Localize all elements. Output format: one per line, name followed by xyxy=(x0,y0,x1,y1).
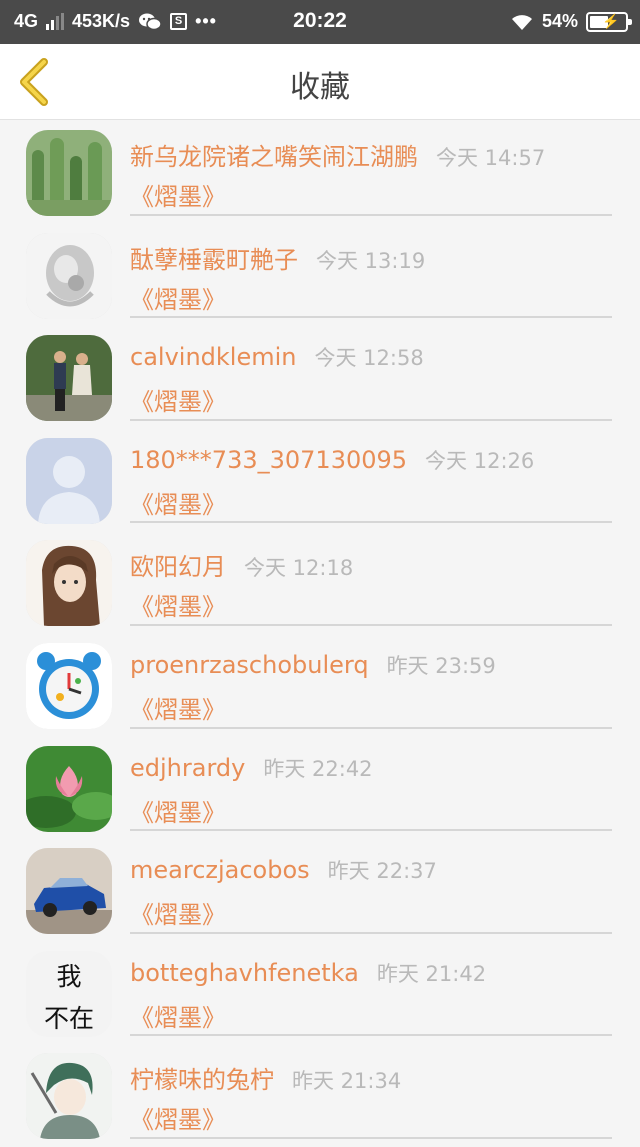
book-title: 《熠墨》 xyxy=(130,798,226,827)
divider xyxy=(130,316,612,319)
divider xyxy=(130,1034,612,1037)
book-title: 《熠墨》 xyxy=(130,593,226,622)
divider xyxy=(130,623,612,626)
book-title: 《熠墨》 xyxy=(130,388,226,417)
timestamp: 今天 12:18 xyxy=(244,556,354,581)
avatar xyxy=(26,437,112,524)
avatar: 我 不在 xyxy=(26,950,112,1037)
book-title: 《熠墨》 xyxy=(130,695,226,724)
nav-bar: 收藏 xyxy=(0,44,640,120)
page-title: 收藏 xyxy=(290,70,350,105)
avatar xyxy=(26,540,112,627)
list-item[interactable]: 柠檬味的兔柠 昨天 21:34 《熠墨》 xyxy=(0,1044,640,1147)
user-name: 柠檬味的兔柠 xyxy=(130,1066,274,1095)
list-item[interactable]: edjhrardy 昨天 22:42 《熠墨》 xyxy=(0,737,640,840)
timestamp: 昨天 23:59 xyxy=(386,653,496,678)
status-bar: 4G 453K/s S ••• 20:22 54% ⚡ xyxy=(0,0,640,44)
book-title: 《熠墨》 xyxy=(130,490,226,519)
avatar xyxy=(26,745,112,832)
list-item[interactable]: 酞孽棰霰町艴子 今天 13:19 《熠墨》 xyxy=(0,224,640,327)
list-item[interactable]: mearczjacobos 昨天 22:37 《熠墨》 xyxy=(0,839,640,942)
book-title: 《熠墨》 xyxy=(130,1106,226,1135)
divider xyxy=(130,418,612,421)
timestamp: 昨天 22:37 xyxy=(327,859,437,884)
list-item[interactable]: proenrzaschobulerq 昨天 23:59 《熠墨》 xyxy=(0,634,640,737)
user-name: calvindklemin xyxy=(130,343,297,372)
user-name: 欧阳幻月 xyxy=(130,553,226,582)
divider xyxy=(130,931,612,934)
avatar xyxy=(26,232,112,319)
list-item[interactable]: 新乌龙院诸之嘴笑闹江湖鹏 今天 14:57 《熠墨》 xyxy=(0,121,640,224)
avatar-text-line-1: 我 xyxy=(56,961,82,991)
timestamp: 昨天 21:42 xyxy=(376,961,487,986)
timestamp: 今天 14:57 xyxy=(436,146,546,170)
book-title: 《熠墨》 xyxy=(130,183,226,211)
user-name: proenrzaschobulerq xyxy=(130,650,369,679)
timestamp: 今天 13:19 xyxy=(316,248,426,273)
user-name: 新乌龙院诸之嘴笑闹江湖鹏 xyxy=(130,143,418,171)
book-title: 《熠墨》 xyxy=(130,285,226,314)
divider xyxy=(130,213,612,216)
divider xyxy=(130,829,612,832)
battery-icon: ⚡ xyxy=(586,11,632,32)
favorites-list: 新乌龙院诸之嘴笑闹江湖鹏 今天 14:57 《熠墨》 酞孽棰霰町艴子 今天 13… xyxy=(0,121,640,1147)
avatar xyxy=(26,642,112,729)
timestamp: 今天 12:58 xyxy=(314,346,424,371)
timestamp: 昨天 21:34 xyxy=(292,1069,402,1094)
user-name: 酞孽棰霰町艴子 xyxy=(130,245,298,274)
avatar xyxy=(26,1053,112,1140)
divider xyxy=(130,726,612,729)
avatar-text-line-2: 不在 xyxy=(43,1003,94,1033)
avatar xyxy=(26,848,112,935)
avatar xyxy=(26,335,112,422)
timestamp: 昨天 22:42 xyxy=(263,756,373,781)
list-item[interactable]: 180***733_307130095 今天 12:26 《熠墨》 xyxy=(0,429,640,532)
user-name: edjhrardy xyxy=(130,753,246,782)
wifi-icon xyxy=(511,14,532,30)
timestamp: 今天 12:26 xyxy=(425,448,535,473)
book-title: 《熠墨》 xyxy=(130,901,226,930)
list-item[interactable]: calvindklemin 今天 12:58 《熠墨》 xyxy=(0,326,640,429)
divider xyxy=(130,521,612,524)
user-name: 180***733_307130095 xyxy=(130,445,408,474)
battery-percent: 54% xyxy=(541,11,578,31)
user-name: botteghavhfenetka xyxy=(130,958,359,987)
list-item[interactable]: 欧阳幻月 今天 12:18 《熠墨》 xyxy=(0,531,640,634)
avatar xyxy=(26,130,112,216)
list-item[interactable]: 我 不在 botteghavhfenetka 昨天 21:42 《熠墨》 xyxy=(0,942,640,1045)
book-title: 《熠墨》 xyxy=(130,1003,226,1032)
user-name: mearczjacobos xyxy=(130,856,310,885)
